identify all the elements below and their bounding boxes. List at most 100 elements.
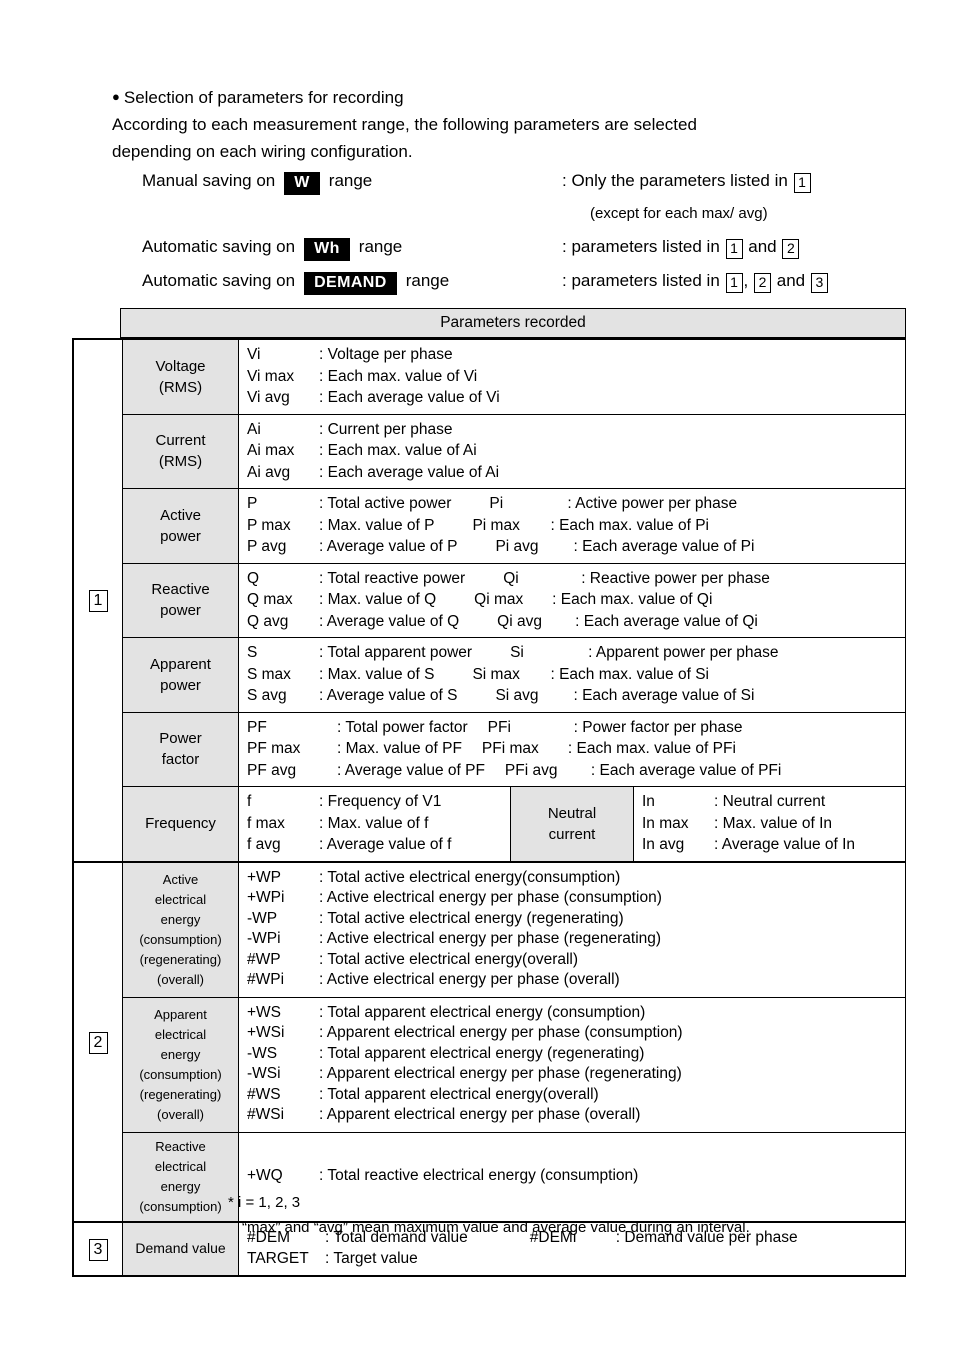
definition-description: : Current per phase [319, 420, 453, 438]
definition-symbol: Ai max [247, 442, 295, 459]
definition-line: +WQ : Total reactive electrical energy (… [247, 1166, 638, 1187]
row-content-apparent-power: S : Total apparent power Si : Apparent p… [239, 638, 905, 712]
definition-description-2: : Reactive power per phase [581, 569, 770, 587]
row-label-active-power: Active power [123, 489, 239, 563]
section-marker-3: 3 [72, 1222, 123, 1275]
range-row-lead: Automatic saving on [142, 237, 296, 256]
range-row-right: : Only the parameters listed in 1 [562, 171, 812, 193]
box-number-1: 1 [88, 590, 108, 613]
definition-description: : Total active power [319, 495, 452, 512]
definition-symbol-2: Si [510, 644, 524, 661]
column-gap [457, 685, 495, 707]
header-spacer [72, 308, 120, 338]
definition-description: : Each max. value of Ai [319, 442, 477, 459]
row-label-demand-value: Demand value [123, 1222, 239, 1275]
box-number-1: 1 [793, 173, 811, 193]
row-label-reactive-energy: Reactive electrical energy (consumption) [123, 1132, 239, 1221]
definition-symbol: In avg [642, 836, 685, 853]
row-label-line-2: power [160, 676, 201, 694]
intro-line-2: depending on each wiring configuration. [112, 142, 413, 161]
definition-symbol: P max [247, 516, 291, 534]
definition-symbol: -WS [247, 1044, 278, 1062]
definition-line: In max : Max. value of In [642, 813, 905, 835]
row-label-line-1: Reactive [151, 581, 210, 599]
definition-symbol: #WP [247, 950, 281, 968]
row-label-line-1: Power [159, 730, 202, 748]
definition-line: f : Frequency of V1 [247, 791, 510, 813]
definition-line: Ai : Current per phase [247, 419, 905, 441]
definition-description-2: : Each max. value of Pi [550, 516, 709, 534]
definition-symbol: #WSi [247, 1106, 285, 1123]
definition-symbol: Ai avg [247, 463, 291, 481]
box-number-1: 1 [725, 239, 743, 259]
row-label-line-2: power [160, 602, 201, 620]
definition-symbol-2: Si avg [495, 687, 539, 704]
definition-symbol-2: Pi max [472, 516, 520, 534]
definition-line: f max : Max. value of f [247, 813, 510, 835]
definition-line: Vi max : Each max. value of Vi [247, 366, 905, 388]
definition-description: : Max. value of In [714, 814, 833, 832]
table-row-voltage: Voltage (RMS) Vi : Voltage per phase Vi … [123, 340, 905, 415]
definition-description-2: : Each max. value of PFi [567, 740, 736, 757]
definition-symbol: Vi max [247, 367, 295, 385]
definition-description: : Average value of PF [337, 761, 485, 779]
definition-line: -WP : Total active electrical energy (re… [247, 909, 905, 930]
column-gap [485, 760, 505, 782]
row-label-line-5: (regenerating) [139, 1086, 222, 1102]
definition-description: : Total apparent power [319, 644, 473, 661]
row-label-line-2: (RMS) [158, 378, 203, 396]
definition-symbol: Vi avg [247, 389, 290, 406]
definition-description-2: : Each average value of Pi [573, 538, 755, 555]
range-row-manual-w: Manual saving on W range : Only the para… [142, 171, 912, 205]
column-gap [468, 717, 488, 739]
table-row-reactive-power: Reactive power Q : Total reactive power … [123, 563, 905, 638]
table-row-apparent-power: Apparent power S : Total apparent power … [123, 638, 905, 713]
section-marker-2: 2 [72, 862, 123, 1221]
row-label-current: Current (RMS) [123, 414, 239, 488]
definition-symbol-2: PFi avg [504, 761, 558, 779]
definition-line: #WSi : Apparent electrical energy per ph… [247, 1105, 905, 1126]
section-1-body: Voltage (RMS) Vi : Voltage per phase Vi … [123, 340, 906, 861]
definition-description-2: : Apparent power per phase [588, 644, 779, 661]
definition-symbol-2: Qi avg [497, 612, 542, 630]
row-label-line-6: (overall) [157, 1106, 204, 1122]
column-gap [457, 536, 495, 558]
definition-symbol-2: Qi max [474, 591, 524, 608]
range-badge-w: W [284, 172, 320, 195]
range-right-joiner: and [776, 271, 806, 290]
row-label-neutral-current: Neutral current [511, 787, 634, 861]
definition-description: : Apparent electrical energy per phase (… [319, 1024, 683, 1041]
row-label-line-4: (consumption) [139, 931, 222, 947]
definition-line: PF : Total power factor PFi : Power fact… [247, 717, 905, 739]
table-header-row: Parameters recorded [72, 308, 906, 338]
range-row-tail: range [358, 237, 403, 256]
definition-description: : Total reactive electrical energy (cons… [319, 1166, 639, 1184]
definition-symbol: PF max [247, 740, 301, 757]
definition-symbol: f max [247, 814, 285, 832]
definition-description: : Max. value of S [319, 665, 435, 683]
definition-symbol: In max [642, 814, 689, 832]
definition-symbol-2: PFi [487, 718, 511, 736]
row-label-line-3: energy [160, 1178, 201, 1194]
definition-line: P max : Max. value of P Pi max : Each ma… [247, 515, 905, 537]
row-label-line-2: (RMS) [158, 453, 203, 471]
definition-description: : Frequency of V1 [319, 793, 442, 810]
definition-symbol: +WQ [247, 1166, 283, 1184]
range-row-tail: range [328, 171, 373, 190]
definition-description: : Total active electrical energy(overall… [319, 950, 579, 968]
definition-description-2: : Each average value of Si [573, 687, 755, 704]
row-content-apparent-energy: +WS : Total apparent electrical energy (… [239, 998, 905, 1132]
range-right-prefix: : Only the parameters listed in [562, 171, 788, 190]
definition-description: : Total apparent electrical energy(overa… [319, 1085, 599, 1103]
row-label-line-1: Neutral [547, 804, 597, 822]
row-label-line-1: Demand value [135, 1240, 226, 1256]
definition-symbol-2: PFi max [481, 740, 539, 757]
table-section-2: 2 Active electrical energy (consumption)… [72, 860, 906, 1221]
definition-description: : Total reactive power [319, 569, 466, 587]
definition-description: : Total active electrical energy (regene… [319, 909, 624, 927]
box-number-2: 2 [754, 273, 771, 293]
range-row-tail: range [405, 271, 450, 290]
row-label-line-2: electrical [154, 891, 207, 907]
box-number-3: 3 [810, 273, 828, 293]
definition-symbol: Ai [247, 420, 261, 438]
